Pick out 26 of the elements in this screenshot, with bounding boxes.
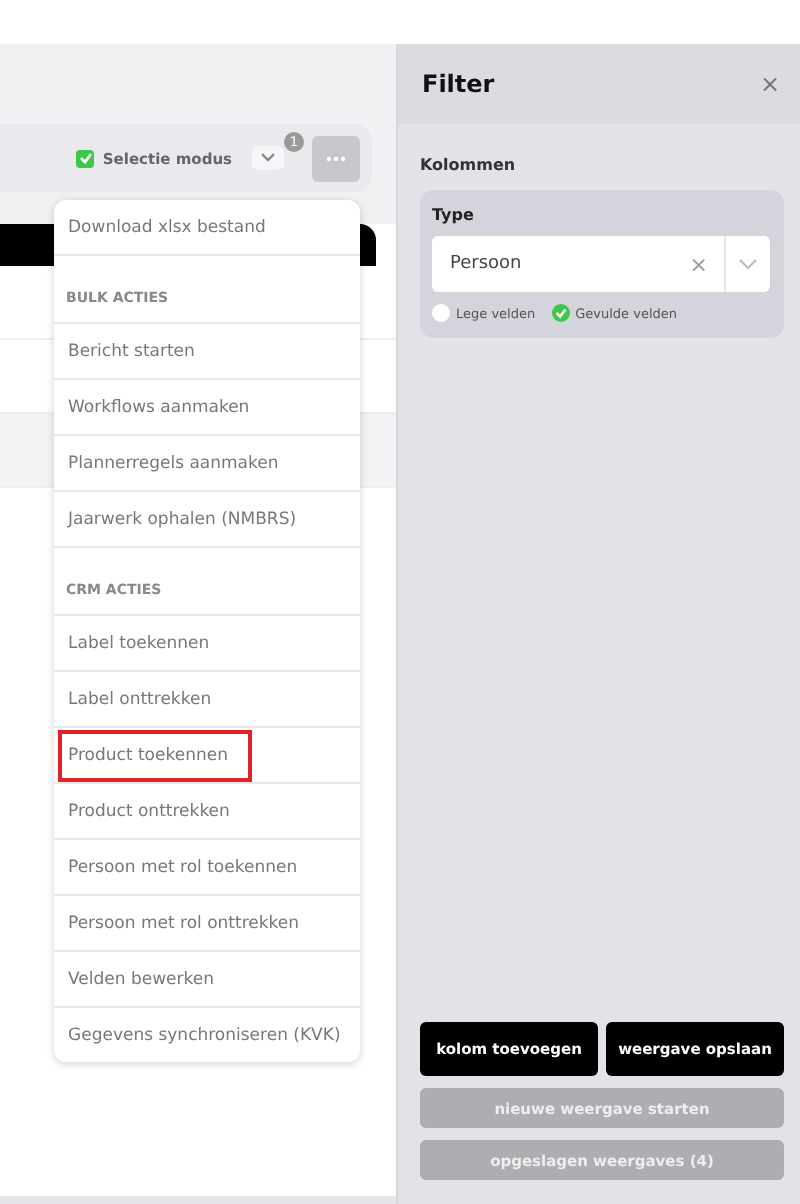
dropdown-button[interactable] <box>252 146 284 170</box>
section-label: Kolommen <box>420 156 518 174</box>
menu-item[interactable]: Plannerregels aanmaken <box>54 436 360 492</box>
menu-item[interactable]: Download xlsx bestand <box>54 200 360 256</box>
field-label: Type <box>432 206 476 224</box>
radio-button[interactable] <box>432 304 450 322</box>
menu-item[interactable]: Velden bewerken <box>54 952 360 1008</box>
menu-item[interactable]: Bericht starten <box>54 324 360 380</box>
chevron-down-icon <box>738 258 758 270</box>
panel-title: Filter <box>422 70 495 98</box>
more-button[interactable] <box>312 135 360 181</box>
menu-item[interactable]: Persoon met rol onttrekken <box>54 896 360 952</box>
radio-button[interactable] <box>551 304 570 322</box>
menu-item[interactable]: Gegevens synchroniseren (KVK) <box>54 1008 360 1062</box>
chevron-down-icon <box>260 152 276 164</box>
menu-item[interactable]: Product onttrekken <box>54 784 360 840</box>
menu-item[interactable]: Workflows aanmaken <box>54 380 360 436</box>
type-select[interactable]: Persoon × <box>432 236 770 292</box>
selection-checkbox[interactable] <box>76 149 95 167</box>
more-icon <box>326 155 346 161</box>
menu-item[interactable]: Label toekennen <box>54 616 360 672</box>
menu-item[interactable]: Label onttrekken <box>54 672 360 728</box>
clear-icon[interactable]: × <box>673 251 724 277</box>
menu-item[interactable]: Jaarwerk ophalen (NMBRS) <box>54 492 360 548</box>
menu-item[interactable]: Persoon met rol toekennen <box>54 840 360 896</box>
close-button[interactable]: × <box>759 70 780 98</box>
